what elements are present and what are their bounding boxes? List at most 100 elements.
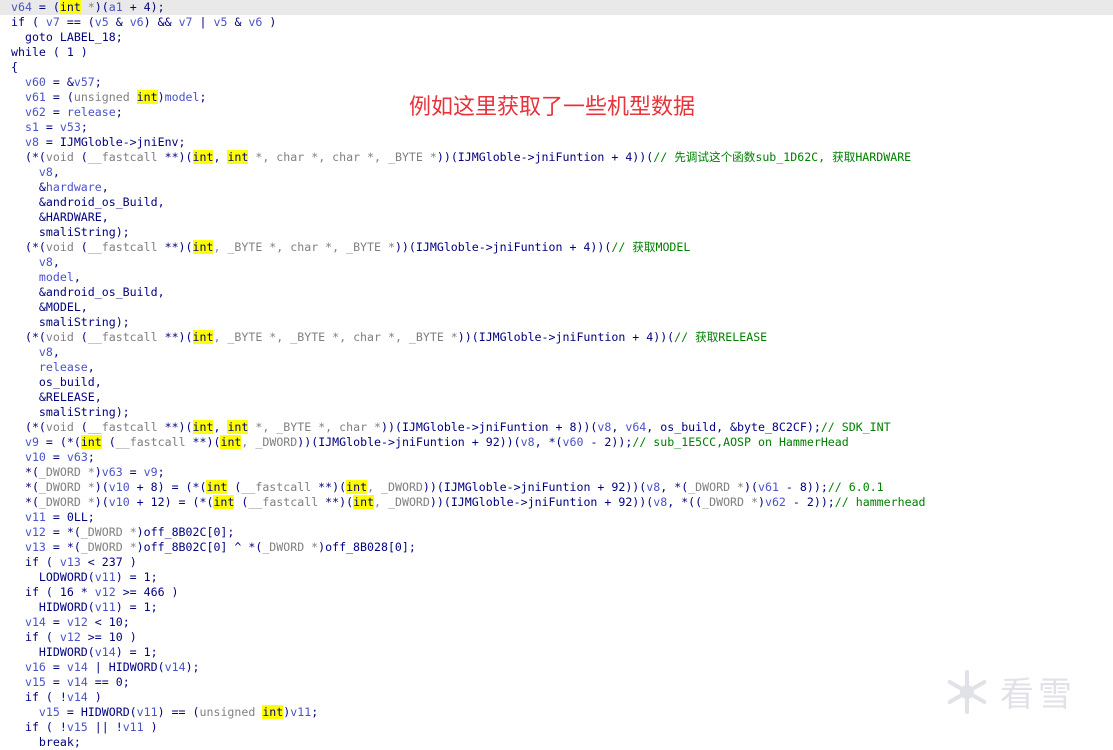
code-token: , bbox=[52, 255, 60, 269]
code-token: v62 bbox=[764, 495, 786, 509]
code-token: *( bbox=[11, 495, 39, 509]
code-token: v14 bbox=[164, 660, 186, 674]
code-line[interactable]: v8, bbox=[11, 255, 1113, 270]
code-token: , bbox=[52, 165, 60, 179]
code-highlight: int bbox=[353, 495, 375, 509]
code-line[interactable]: if ( v13 < 237 ) bbox=[11, 555, 1113, 570]
code-line[interactable]: (*(void (__fastcall **)(int, _BYTE *, _B… bbox=[11, 330, 1113, 345]
code-line[interactable]: v10 = v63; bbox=[11, 450, 1113, 465]
code-line[interactable]: HIDWORD(v14) = 1; bbox=[11, 645, 1113, 660]
code-token: v7 bbox=[45, 15, 60, 29]
code-line[interactable]: v13 = *(_DWORD *)off_8B02C[0] ^ *(_DWORD… bbox=[11, 540, 1113, 555]
code-line[interactable]: goto LABEL_18; bbox=[11, 30, 1113, 45]
code-token: , *( bbox=[660, 480, 689, 494]
code-token: ) = 1; bbox=[115, 645, 158, 659]
code-line[interactable]: v14 = v12 < 10; bbox=[11, 615, 1113, 630]
code-token: , *(( bbox=[667, 495, 703, 509]
code-token: ) = 1; bbox=[115, 600, 158, 614]
code-token: ; bbox=[115, 105, 123, 119]
code-token: = bbox=[45, 675, 67, 689]
code-token: void bbox=[45, 240, 74, 254]
code-token: , bbox=[87, 360, 95, 374]
code-token: *, _BYTE *, char * bbox=[248, 420, 382, 434]
code-token: ( bbox=[73, 150, 88, 164]
code-highlight: int bbox=[80, 435, 102, 449]
code-token: void bbox=[45, 330, 74, 344]
code-line[interactable]: v12 = *(_DWORD *)off_8B02C[0]; bbox=[11, 525, 1113, 540]
code-token: hardware bbox=[45, 180, 102, 194]
code-line[interactable]: LODWORD(v11) = 1; bbox=[11, 570, 1113, 585]
code-line[interactable]: v8, bbox=[11, 165, 1113, 180]
code-line[interactable]: (*(void (__fastcall **)(int, int *, char… bbox=[11, 150, 1113, 165]
code-line[interactable]: &android_os_Build, bbox=[11, 285, 1113, 300]
code-line[interactable]: &RELEASE, bbox=[11, 390, 1113, 405]
code-line[interactable]: if ( !v15 || !v11 ) bbox=[11, 720, 1113, 735]
code-line[interactable]: HIDWORD(v11) = 1; bbox=[11, 600, 1113, 615]
code-line[interactable]: v8, bbox=[11, 345, 1113, 360]
code-highlight: int bbox=[192, 420, 214, 434]
code-token: **)( bbox=[311, 480, 347, 494]
code-line[interactable]: if ( v7 == (v5 & v6) && v7 | v5 & v6 ) bbox=[11, 15, 1113, 30]
code-token: s1 bbox=[24, 120, 39, 134]
code-line[interactable]: v9 = (*(int (__fastcall **)(int, _DWORD)… bbox=[11, 435, 1113, 450]
code-token: v5 bbox=[213, 15, 228, 29]
code-token: + 4); bbox=[122, 0, 165, 14]
code-token: v11 bbox=[94, 600, 116, 614]
code-line[interactable]: model, bbox=[11, 270, 1113, 285]
code-highlight: int bbox=[227, 150, 249, 164]
code-line[interactable]: &android_os_Build, bbox=[11, 195, 1113, 210]
code-line[interactable]: v64 = (int *)(a1 + 4); bbox=[0, 0, 1113, 15]
code-line[interactable]: smaliString); bbox=[11, 315, 1113, 330]
code-token: if ( bbox=[11, 555, 60, 569]
code-line[interactable]: *(_DWORD *)v63 = v9; bbox=[11, 465, 1113, 480]
code-token: ))(IJMGloble->jniFuntion + 4))( bbox=[457, 330, 675, 344]
code-token: v8 bbox=[520, 435, 535, 449]
code-token: release bbox=[38, 360, 88, 374]
code-token: unsigned bbox=[73, 90, 137, 104]
code-token: v8 bbox=[597, 420, 612, 434]
code-line[interactable]: break; bbox=[11, 735, 1113, 750]
code-line[interactable]: while ( 1 ) bbox=[11, 45, 1113, 60]
code-token: ; bbox=[87, 450, 95, 464]
code-line[interactable]: &HARDWARE, bbox=[11, 210, 1113, 225]
code-token: = bbox=[122, 465, 144, 479]
code-comment: // hammerhead bbox=[834, 495, 926, 509]
code-token: = bbox=[45, 660, 67, 674]
code-line[interactable]: s1 = v53; bbox=[11, 120, 1113, 135]
code-token: v53 bbox=[59, 120, 81, 134]
code-line[interactable]: if ( v12 >= 10 ) bbox=[11, 630, 1113, 645]
code-line[interactable]: smaliString); bbox=[11, 405, 1113, 420]
code-line[interactable]: (*(void (__fastcall **)(int, int *, _BYT… bbox=[11, 420, 1113, 435]
code-line[interactable]: *(_DWORD *)(v10 + 8) = (*(int (__fastcal… bbox=[11, 480, 1113, 495]
code-line[interactable]: *(_DWORD *)(v10 + 12) = (*(int (__fastca… bbox=[11, 495, 1113, 510]
code-line[interactable]: &hardware, bbox=[11, 180, 1113, 195]
code-token: & bbox=[227, 15, 249, 29]
code-token: , bbox=[52, 345, 60, 359]
code-token: _DWORD * bbox=[38, 495, 95, 509]
code-token: LODWORD( bbox=[11, 570, 95, 584]
code-line[interactable]: v60 = &v57; bbox=[11, 75, 1113, 90]
code-token: , bbox=[101, 180, 109, 194]
code-line[interactable]: (*(void (__fastcall **)(int, _BYTE *, ch… bbox=[11, 240, 1113, 255]
code-line[interactable]: v8 = IJMGloble->jniEnv; bbox=[11, 135, 1113, 150]
code-token: v9 bbox=[143, 465, 158, 479]
code-line[interactable]: smaliString); bbox=[11, 225, 1113, 240]
code-token: os_build, bbox=[11, 375, 102, 389]
code-token: _DWORD * bbox=[702, 495, 758, 509]
code-line[interactable]: if ( 16 * v12 >= 466 ) bbox=[11, 585, 1113, 600]
code-token: v11 bbox=[122, 720, 144, 734]
code-line[interactable]: v11 = 0LL; bbox=[11, 510, 1113, 525]
code-token: - 8)); bbox=[778, 480, 828, 494]
code-line[interactable]: &MODEL, bbox=[11, 300, 1113, 315]
code-line[interactable]: os_build, bbox=[11, 375, 1113, 390]
code-token: v13 bbox=[59, 555, 81, 569]
code-line[interactable]: { bbox=[11, 60, 1113, 75]
code-token: __fastcall bbox=[87, 150, 158, 164]
code-line[interactable]: release, bbox=[11, 360, 1113, 375]
code-token: v14 bbox=[66, 675, 88, 689]
code-token: ( bbox=[73, 330, 88, 344]
code-token: v14 bbox=[66, 690, 88, 704]
code-token: = bbox=[45, 615, 67, 629]
